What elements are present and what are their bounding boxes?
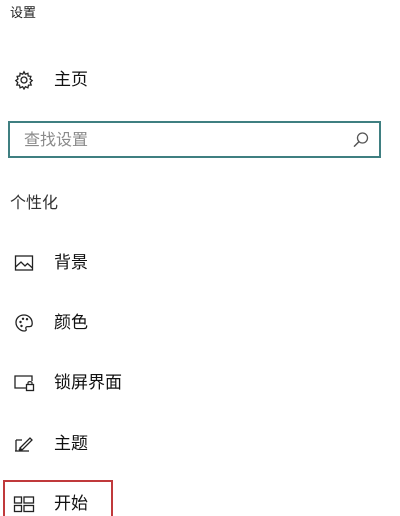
section-header: 个性化 [10, 193, 59, 212]
nav-item-start[interactable]: 开始 [0, 484, 400, 516]
window-title: 设置 [10, 6, 37, 21]
nav-item-colors[interactable]: 颜色 [0, 303, 400, 343]
search-input[interactable]: 查找设置 [8, 121, 381, 158]
nav-item-label: 开始 [54, 494, 88, 514]
nav-item-label: 背景 [54, 253, 88, 273]
palette-icon [13, 312, 35, 334]
nav-item-label: 主页 [54, 70, 88, 90]
nav-item-label: 主题 [54, 434, 88, 454]
search-placeholder: 查找设置 [24, 130, 89, 149]
start-grid-icon [13, 493, 35, 515]
nav-item-themes[interactable]: 主题 [0, 424, 400, 464]
nav-item-label: 锁屏界面 [54, 373, 122, 393]
nav-item-label: 颜色 [54, 313, 88, 333]
picture-icon [13, 252, 35, 274]
settings-page: 设置 主页 查找设置 个性化 背景 颜色 锁屏界面 主题 开始 [0, 0, 400, 516]
gear-icon [13, 69, 35, 91]
search-icon[interactable] [352, 131, 370, 149]
lock-screen-icon [13, 372, 35, 394]
nav-item-home[interactable]: 主页 [0, 60, 400, 100]
nav-item-lock-screen[interactable]: 锁屏界面 [0, 363, 400, 403]
theme-brush-icon [13, 433, 35, 455]
nav-item-background[interactable]: 背景 [0, 243, 400, 283]
